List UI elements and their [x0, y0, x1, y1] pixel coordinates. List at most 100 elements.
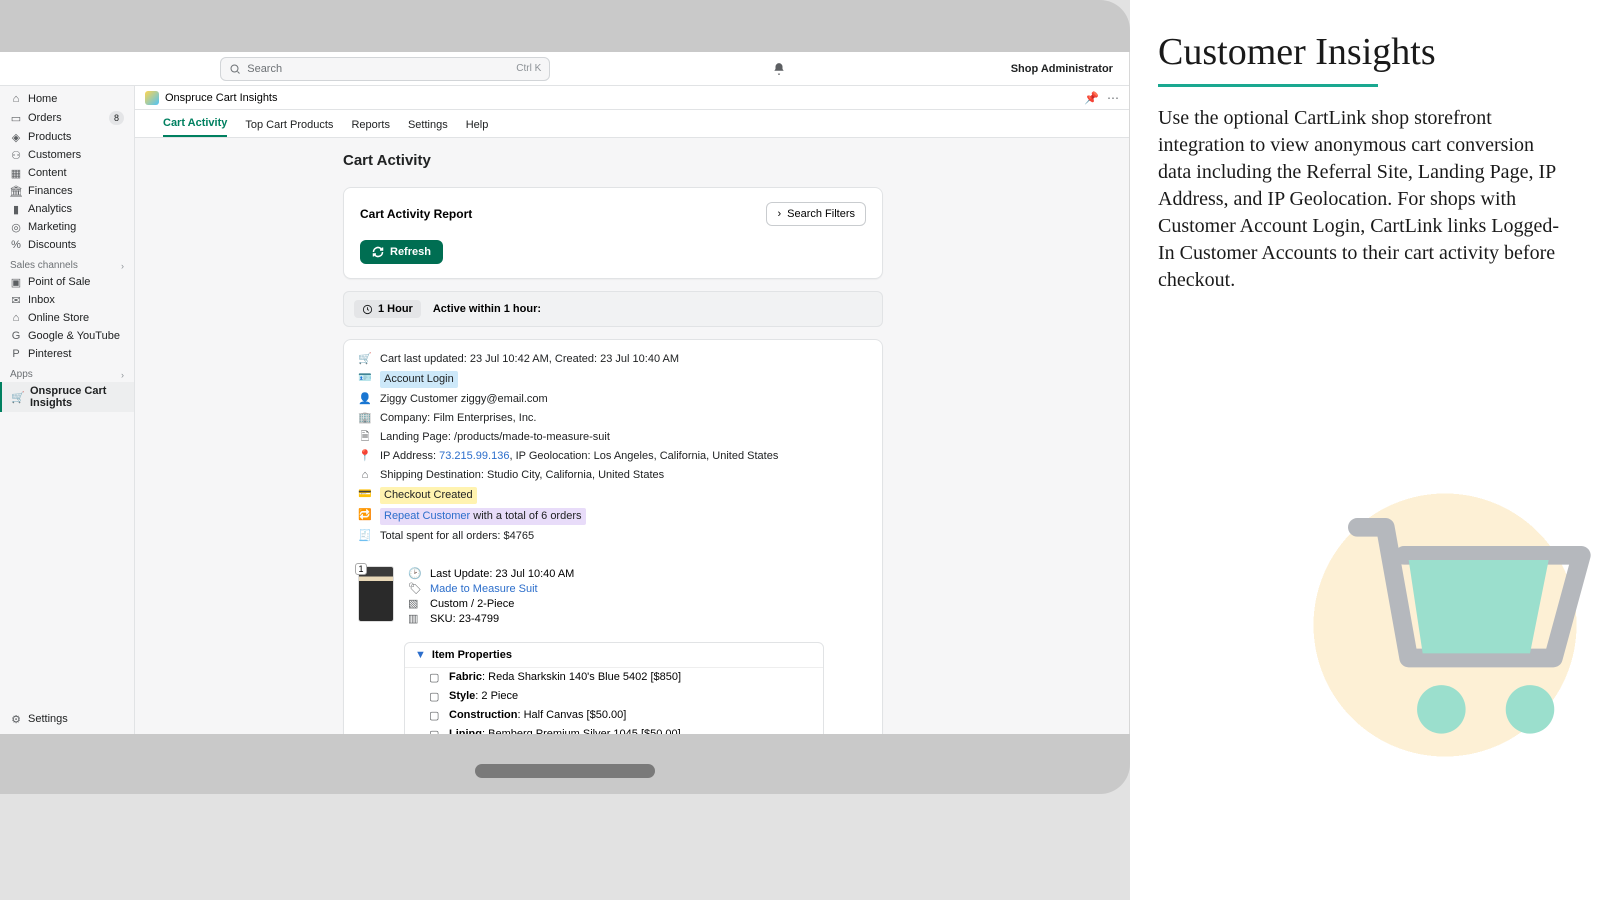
tab-reports[interactable]: Reports — [351, 113, 390, 137]
home-icon: ⌂ — [10, 93, 22, 105]
finances-icon: 🏛 — [10, 185, 22, 197]
search-icon — [229, 63, 241, 75]
sidebar-app-onspruce[interactable]: 🛒Onspruce Cart Insights — [0, 382, 134, 412]
activity-card: 🛒Cart last updated: 23 Jul 10:42 AM, Cre… — [343, 339, 883, 734]
sidebar-item-orders[interactable]: ▭Orders8 — [0, 108, 134, 128]
barcode-icon: ▥ — [408, 612, 422, 625]
orders-badge: 8 — [109, 111, 124, 125]
tab-cart-activity[interactable]: Cart Activity — [163, 111, 227, 137]
sidebar-channel-pinterest[interactable]: PPinterest — [0, 345, 134, 363]
location-icon: 📍 — [358, 449, 372, 463]
sidebar-item-analytics[interactable]: ▮Analytics — [0, 200, 134, 218]
pin-icon[interactable]: 📌 — [1084, 91, 1099, 105]
page-title: Cart Activity — [343, 152, 1129, 169]
product-sku: ▥SKU: 23-4799 — [408, 611, 868, 626]
sidebar-channel-online[interactable]: ⌂Online Store — [0, 309, 134, 327]
tab-bar: Cart Activity Top Cart Products Reports … — [135, 110, 1129, 138]
sidebar-channel-pos[interactable]: ▣Point of Sale — [0, 273, 134, 291]
orders-icon: ▭ — [10, 112, 22, 124]
product-thumb[interactable]: 1 — [358, 566, 394, 622]
more-icon[interactable]: ⋯ — [1107, 91, 1119, 105]
tab-settings[interactable]: Settings — [408, 113, 448, 137]
search-kbd: Ctrl K — [516, 63, 541, 74]
sidebar-channel-inbox[interactable]: ✉Inbox — [0, 291, 134, 309]
prop-icon: ▢ — [429, 709, 443, 722]
app-title: Onspruce Cart Insights — [165, 92, 278, 104]
tag-icon: ◈ — [10, 131, 22, 143]
ip-link[interactable]: 73.215.99.136 — [439, 450, 509, 462]
time-label: Active within 1 hour: — [433, 303, 541, 315]
prop-row: ▢Construction: Half Canvas [$50.00] — [405, 706, 823, 725]
id-icon: 🪪 — [358, 371, 372, 385]
marketing-body: Use the optional CartLink shop storefron… — [1158, 105, 1564, 294]
shopping-cart-icon — [1320, 490, 1600, 770]
sidebar-item-customers[interactable]: ⚇Customers — [0, 146, 134, 164]
sidebar-head-apps: Apps› — [0, 363, 134, 382]
cart-icon: 🛒 — [358, 352, 372, 366]
row-shipping: ⌂Shipping Destination: Studio City, Cali… — [358, 466, 868, 485]
search-placeholder: Search — [247, 63, 282, 75]
marketing-cart-illustration — [1290, 470, 1600, 780]
sidebar-item-home[interactable]: ⌂Home — [0, 90, 134, 108]
row-landing: 🗎Landing Page: /products/made-to-measure… — [358, 428, 868, 447]
notifications-icon[interactable] — [772, 62, 786, 76]
product-name[interactable]: 🏷Made to Measure Suit — [408, 581, 868, 596]
sidebar-item-discounts[interactable]: %Discounts — [0, 236, 134, 254]
search-input[interactable]: Search Ctrl K — [220, 57, 550, 81]
sidebar: ⌂Home ▭Orders8 ◈Products ⚇Customers ▦Con… — [0, 86, 135, 734]
prop-icon: ▢ — [429, 690, 443, 703]
sidebar-channel-google[interactable]: GGoogle & YouTube — [0, 327, 134, 345]
app-titlebar: Onspruce Cart Insights 📌 ⋯ — [135, 86, 1129, 110]
prop-row: ▢Style: 2 Piece — [405, 687, 823, 706]
refresh-icon — [372, 246, 384, 258]
search-filters-button[interactable]: › Search Filters — [766, 202, 866, 226]
row-checkout: 💳Checkout Created — [358, 485, 868, 506]
checkout-icon: 💳 — [358, 487, 372, 501]
person-icon: ⚇ — [10, 149, 22, 161]
chevron-right-icon[interactable]: › — [121, 261, 124, 271]
marketing-panel: Customer Insights Use the optional CartL… — [1130, 0, 1600, 900]
row-account-login: 🪪Account Login — [358, 369, 868, 390]
time-filter-bar: 1 Hour Active within 1 hour: — [343, 291, 883, 327]
product-row: 1 🕑Last Update: 23 Jul 10:40 AM 🏷Made to… — [344, 556, 882, 636]
tab-top-cart-products[interactable]: Top Cart Products — [245, 113, 333, 137]
content-icon: ▦ — [10, 167, 22, 179]
row-repeat: 🔁Repeat Customer with a total of 6 order… — [358, 506, 868, 527]
device-bezel-top — [0, 0, 1130, 52]
report-title: Cart Activity Report — [360, 207, 472, 221]
row-total: 🧾Total spent for all orders: $4765 — [358, 527, 868, 546]
pos-icon: ▣ — [10, 276, 22, 288]
person-icon: 👤 — [358, 392, 372, 406]
gear-icon: ⚙ — [10, 713, 22, 725]
store-icon: ⌂ — [10, 312, 22, 324]
row-updated: 🛒Cart last updated: 23 Jul 10:42 AM, Cre… — [358, 350, 868, 369]
sidebar-head-channels: Sales channels› — [0, 254, 134, 273]
page-icon: 🗎 — [358, 430, 372, 444]
time-badge[interactable]: 1 Hour — [354, 300, 421, 318]
sidebar-item-products[interactable]: ◈Products — [0, 128, 134, 146]
prop-row: ▢Lining: Bemberg Premium Silver 1045 [$5… — [405, 725, 823, 734]
user-label[interactable]: Shop Administrator — [991, 63, 1113, 75]
marketing-title: Customer Insights — [1158, 30, 1564, 87]
tab-help[interactable]: Help — [466, 113, 489, 137]
product-count-badge: 1 — [355, 563, 367, 575]
product-variant: ▧Custom / 2-Piece — [408, 596, 868, 611]
building-icon: 🏢 — [358, 411, 372, 425]
receipt-icon: 🧾 — [358, 529, 372, 543]
underline-accent — [1158, 84, 1378, 87]
prop-row: ▢Fabric: Reda Sharkskin 140's Blue 5402 … — [405, 668, 823, 687]
cart-icon: 🛒 — [12, 391, 24, 403]
sidebar-item-finances[interactable]: 🏛Finances — [0, 182, 134, 200]
refresh-button[interactable]: Refresh — [360, 240, 443, 264]
sidebar-settings[interactable]: ⚙Settings — [0, 710, 134, 728]
clock-icon — [362, 304, 373, 315]
chevron-right-icon: › — [777, 208, 781, 220]
tag-icon: 🏷 — [408, 582, 422, 595]
discounts-icon: % — [10, 239, 22, 251]
sidebar-item-marketing[interactable]: ◎Marketing — [0, 218, 134, 236]
variant-icon: ▧ — [408, 597, 422, 610]
topbar: Search Ctrl K Shop Administrator — [0, 52, 1129, 86]
product-last-update: 🕑Last Update: 23 Jul 10:40 AM — [408, 566, 868, 581]
sidebar-item-content[interactable]: ▦Content — [0, 164, 134, 182]
chevron-right-icon[interactable]: › — [121, 370, 124, 380]
